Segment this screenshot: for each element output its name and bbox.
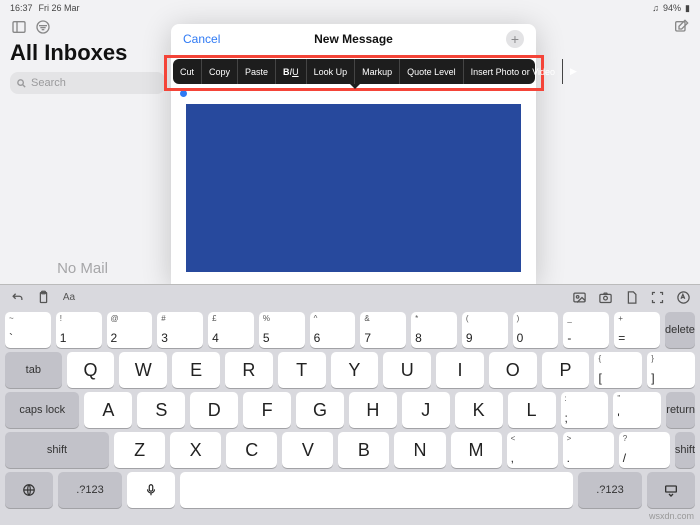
key-F[interactable]: F xyxy=(243,392,291,428)
key-W[interactable]: W xyxy=(119,352,167,388)
headphone-icon: ♫ xyxy=(652,3,659,13)
key-P[interactable]: P xyxy=(542,352,590,388)
key-tab[interactable]: tab xyxy=(5,352,62,388)
add-contact-button[interactable]: + xyxy=(506,30,524,48)
ctx-lookup[interactable]: Look Up xyxy=(307,59,356,84)
text-format-button[interactable]: Aa xyxy=(60,288,78,306)
cancel-button[interactable]: Cancel xyxy=(183,32,220,46)
key-6[interactable]: ^6 xyxy=(310,312,356,348)
search-input[interactable]: Search xyxy=(10,72,165,94)
ctx-more-arrow[interactable]: ▶ xyxy=(563,66,584,77)
keyboard: Aa ~`!1@2#3£4%5^6&7*8(9)0_-+=delete tabQ… xyxy=(0,284,700,525)
key-M[interactable]: M xyxy=(451,432,502,468)
key-A[interactable]: A xyxy=(84,392,132,428)
key-delete[interactable]: delete xyxy=(665,312,695,348)
filter-icon[interactable] xyxy=(34,18,52,36)
key-V[interactable]: V xyxy=(282,432,333,468)
ctx-biu[interactable]: BIU xyxy=(276,59,307,84)
empty-state: No Mail xyxy=(0,260,165,277)
compose-icon[interactable] xyxy=(672,18,690,36)
document-icon[interactable] xyxy=(622,288,640,306)
key-H[interactable]: H xyxy=(349,392,397,428)
sheet-title: New Message xyxy=(171,32,536,46)
clipboard-icon[interactable] xyxy=(34,288,52,306)
key-;[interactable]: :; xyxy=(561,392,609,428)
key-shift-left[interactable]: shift xyxy=(5,432,109,468)
key-numswitch-right[interactable]: .?123 xyxy=(578,472,642,508)
key-space[interactable] xyxy=(180,472,573,508)
key-R[interactable]: R xyxy=(225,352,273,388)
key-/[interactable]: ?/ xyxy=(619,432,670,468)
ctx-cut[interactable]: Cut xyxy=(173,59,202,84)
key-N[interactable]: N xyxy=(394,432,445,468)
key-2[interactable]: @2 xyxy=(107,312,153,348)
status-date: Fri 26 Mar xyxy=(39,3,80,13)
battery-percent: 94% xyxy=(663,3,681,13)
key-Z[interactable]: Z xyxy=(114,432,165,468)
key-Y[interactable]: Y xyxy=(331,352,379,388)
key-I[interactable]: I xyxy=(436,352,484,388)
key-dictation[interactable] xyxy=(127,472,175,508)
key-.[interactable]: >. xyxy=(563,432,614,468)
text-caret-handle[interactable] xyxy=(180,90,187,97)
key-G[interactable]: G xyxy=(296,392,344,428)
key-J[interactable]: J xyxy=(402,392,450,428)
watermark: wsxdn.com xyxy=(649,511,694,521)
battery-icon: ▮ xyxy=(685,3,690,14)
key-L[interactable]: L xyxy=(508,392,556,428)
key--[interactable]: _- xyxy=(563,312,609,348)
attached-image[interactable] xyxy=(182,100,525,276)
search-placeholder: Search xyxy=(31,77,66,89)
scan-icon[interactable] xyxy=(648,288,666,306)
key-Q[interactable]: Q xyxy=(67,352,115,388)
key-return[interactable]: return xyxy=(666,392,695,428)
undo-icon[interactable] xyxy=(8,288,26,306)
context-menu: Cut Copy Paste BIU Look Up Markup Quote … xyxy=(173,59,535,84)
key-][interactable]: }] xyxy=(647,352,695,388)
key-7[interactable]: &7 xyxy=(360,312,406,348)
ctx-copy[interactable]: Copy xyxy=(202,59,238,84)
key-B[interactable]: B xyxy=(338,432,389,468)
key-shift-right[interactable]: shift xyxy=(675,432,695,468)
key-4[interactable]: £4 xyxy=(208,312,254,348)
key-T[interactable]: T xyxy=(278,352,326,388)
camera-icon[interactable] xyxy=(596,288,614,306)
key-[[interactable]: {[ xyxy=(594,352,642,388)
key-O[interactable]: O xyxy=(489,352,537,388)
key-1[interactable]: !1 xyxy=(56,312,102,348)
photo-icon[interactable] xyxy=(570,288,588,306)
key-capslock[interactable]: caps lock xyxy=(5,392,79,428)
ctx-insert-photo[interactable]: Insert Photo or Video xyxy=(464,59,563,84)
key-X[interactable]: X xyxy=(170,432,221,468)
search-icon xyxy=(16,78,27,89)
key-,[interactable]: <, xyxy=(507,432,558,468)
key-5[interactable]: %5 xyxy=(259,312,305,348)
status-time: 16:37 xyxy=(10,3,33,13)
markup-icon[interactable] xyxy=(674,288,692,306)
ctx-paste[interactable]: Paste xyxy=(238,59,276,84)
key-globe[interactable] xyxy=(5,472,53,508)
key-9[interactable]: (9 xyxy=(462,312,508,348)
key-D[interactable]: D xyxy=(190,392,238,428)
key-dismiss[interactable] xyxy=(647,472,695,508)
ctx-quote-level[interactable]: Quote Level xyxy=(400,59,464,84)
key-numswitch-left[interactable]: .?123 xyxy=(58,472,122,508)
key-S[interactable]: S xyxy=(137,392,185,428)
key-U[interactable]: U xyxy=(383,352,431,388)
ctx-markup[interactable]: Markup xyxy=(355,59,400,84)
key-C[interactable]: C xyxy=(226,432,277,468)
key-`[interactable]: ~` xyxy=(5,312,51,348)
page-title: All Inboxes xyxy=(10,40,165,66)
key-K[interactable]: K xyxy=(455,392,503,428)
key-'[interactable]: "' xyxy=(613,392,661,428)
key-8[interactable]: *8 xyxy=(411,312,457,348)
key-3[interactable]: #3 xyxy=(157,312,203,348)
key-=[interactable]: += xyxy=(614,312,660,348)
context-menu-tail xyxy=(350,84,360,89)
key-0[interactable]: )0 xyxy=(513,312,559,348)
key-E[interactable]: E xyxy=(172,352,220,388)
sidebar-toggle-icon[interactable] xyxy=(10,18,28,36)
